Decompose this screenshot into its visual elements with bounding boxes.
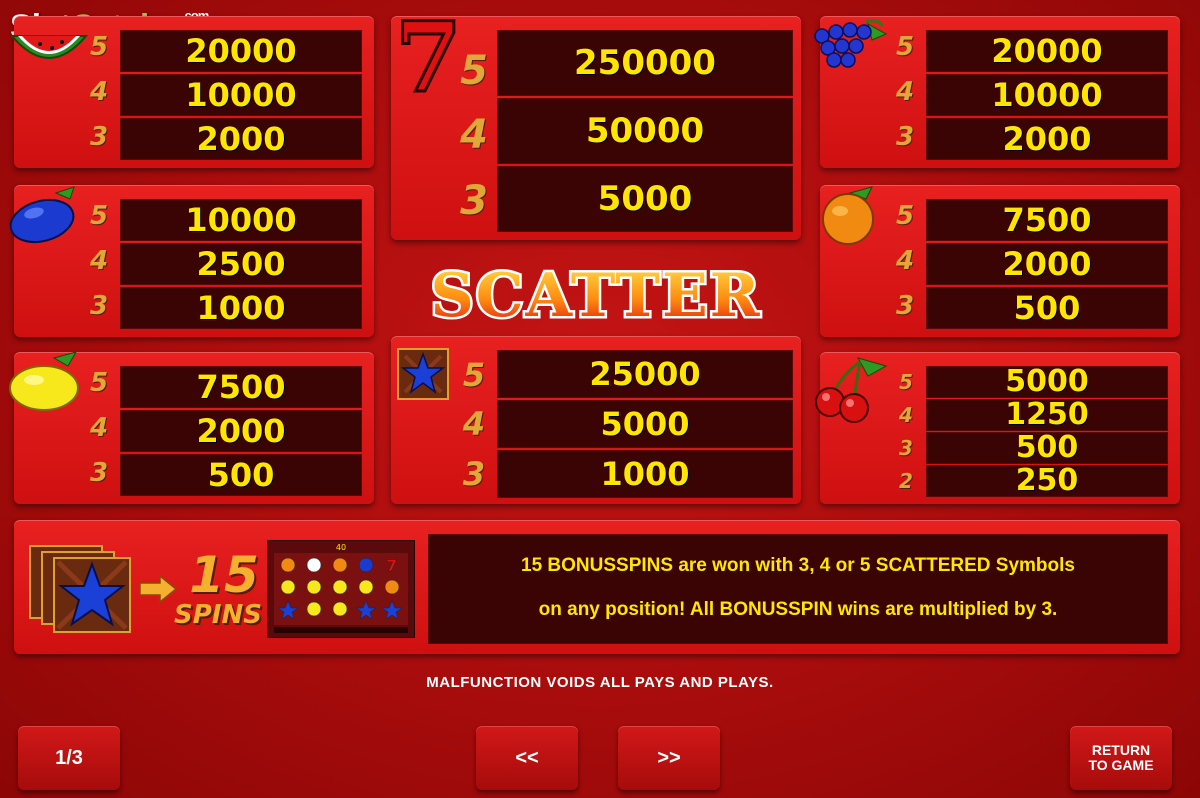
paytable-cherry: 5 5000 4 1250 3 500 2 250 — [815, 352, 1180, 504]
payout-value: 10000 — [926, 74, 1168, 116]
count-label: 4 — [899, 403, 913, 427]
next-page-label: >> — [657, 746, 681, 769]
bonus-description-line1: 15 BONUSSPINS are won with 3, 4 or 5 SCA… — [521, 555, 1075, 576]
return-label-line2: TO GAME — [1088, 757, 1154, 773]
count-label: 5 — [899, 370, 913, 394]
spins-label: SPINS — [174, 600, 262, 630]
payout-value: 10000 — [120, 199, 362, 241]
payout-value: 7500 — [120, 366, 362, 408]
page-indicator: 1/3 — [18, 726, 120, 790]
payout-value: 25000 — [497, 350, 793, 398]
payout-value: 2000 — [926, 118, 1168, 160]
bonus-description-line2: on any position! All BONUSSPIN wins are … — [538, 599, 1058, 620]
payout-value: 20000 — [926, 30, 1168, 72]
count-label: 3 — [895, 291, 915, 321]
svg-text:7: 7 — [386, 556, 397, 575]
payout-value: 5000 — [497, 166, 793, 232]
payout-value: 1000 — [120, 287, 362, 329]
count-label: 3 — [89, 122, 109, 152]
payout-value: 1250 — [926, 399, 1168, 431]
cherry-icon — [808, 354, 892, 428]
paytable-grapes: 5 20000 4 10000 3 2000 — [814, 16, 1180, 168]
grapes-icon — [808, 16, 888, 76]
count-label: 5 — [89, 201, 109, 231]
stacked-scatter-cards-icon — [28, 544, 134, 638]
count-label: 3 — [895, 122, 915, 152]
plum-icon — [4, 185, 84, 251]
payout-value: 2000 — [120, 410, 362, 452]
bonus-description-box: 15 BONUSSPINS are won with 3, 4 or 5 SCA… — [428, 534, 1168, 644]
payout-value: 1000 — [497, 450, 793, 498]
count-label: 3 — [89, 291, 109, 321]
count-label: 4 — [460, 112, 488, 158]
count-label: 4 — [89, 77, 109, 107]
count-label: 4 — [89, 413, 109, 443]
payout-value: 2000 — [120, 118, 362, 160]
paytable-orange: 5 7500 4 2000 3 500 — [820, 185, 1180, 337]
page-indicator-label: 1/3 — [55, 746, 83, 769]
bonus-spins-panel: 15 SPINS 40 7 15 BONUSSPINS are won with… — [14, 520, 1180, 654]
count-label: 5 — [89, 368, 109, 398]
count-label: 4 — [895, 246, 915, 276]
count-label: 5 — [89, 32, 109, 62]
preview-reels: 7 — [274, 553, 408, 633]
spins-count: 15 — [189, 546, 259, 604]
paytable-plum: 5 10000 4 2500 3 1000 — [9, 185, 374, 337]
payout-value: 500 — [926, 432, 1168, 464]
seven-icon: 7 — [394, 1, 464, 114]
payout-value: 500 — [120, 454, 362, 496]
payout-value: 20000 — [120, 30, 362, 72]
payout-value: 5000 — [497, 400, 793, 448]
count-label: 4 — [89, 246, 109, 276]
count-label: 3 — [899, 436, 913, 460]
count-label: 5 — [462, 356, 486, 394]
count-label: 2 — [899, 469, 913, 493]
malfunction-disclaimer: MALFUNCTION VOIDS ALL PAYS AND PLAYS. — [426, 674, 774, 691]
paytable-watermelon: 5 20000 4 10000 3 2000 — [9, 16, 374, 168]
payout-value: 7500 — [926, 199, 1168, 241]
scatter-title: SCATTER — [391, 258, 801, 334]
count-label: 3 — [89, 458, 109, 488]
watermelon-icon — [6, 18, 92, 74]
count-label: 3 — [462, 455, 486, 493]
payout-value: 50000 — [497, 98, 793, 164]
scatter-title-text: SCATTER — [430, 261, 761, 330]
previous-page-label: << — [515, 746, 539, 769]
paytable-star: 5 25000 4 5000 3 1000 — [391, 336, 801, 504]
count-label: 5 — [895, 32, 915, 62]
payout-value: 2500 — [120, 243, 362, 285]
count-label: 3 — [460, 178, 488, 224]
paytable-lemon: 5 7500 4 2000 3 500 — [9, 351, 374, 504]
payout-value: 500 — [926, 287, 1168, 329]
count-label: 5 — [895, 201, 915, 231]
star-icon — [397, 348, 449, 404]
count-label: 5 — [460, 48, 488, 94]
return-to-game-button[interactable]: RETURN TO GAME — [1070, 726, 1172, 790]
return-label-line1: RETURN — [1091, 742, 1151, 758]
count-label: 4 — [895, 77, 915, 107]
payout-value: 2000 — [926, 243, 1168, 285]
paytable-seven: 7 5 250000 4 50000 3 5000 — [391, 8, 801, 240]
count-label: 4 — [462, 405, 486, 443]
orange-icon — [816, 185, 886, 251]
bonus-game-preview: 40 7 — [267, 540, 415, 638]
lemon-icon — [6, 351, 86, 418]
next-page-button[interactable]: >> — [618, 726, 720, 790]
payout-value: 250000 — [497, 30, 793, 96]
payout-value: 250 — [926, 465, 1168, 497]
previous-page-button[interactable]: << — [476, 726, 578, 790]
payout-value: 5000 — [926, 366, 1168, 398]
payout-value: 10000 — [120, 74, 362, 116]
